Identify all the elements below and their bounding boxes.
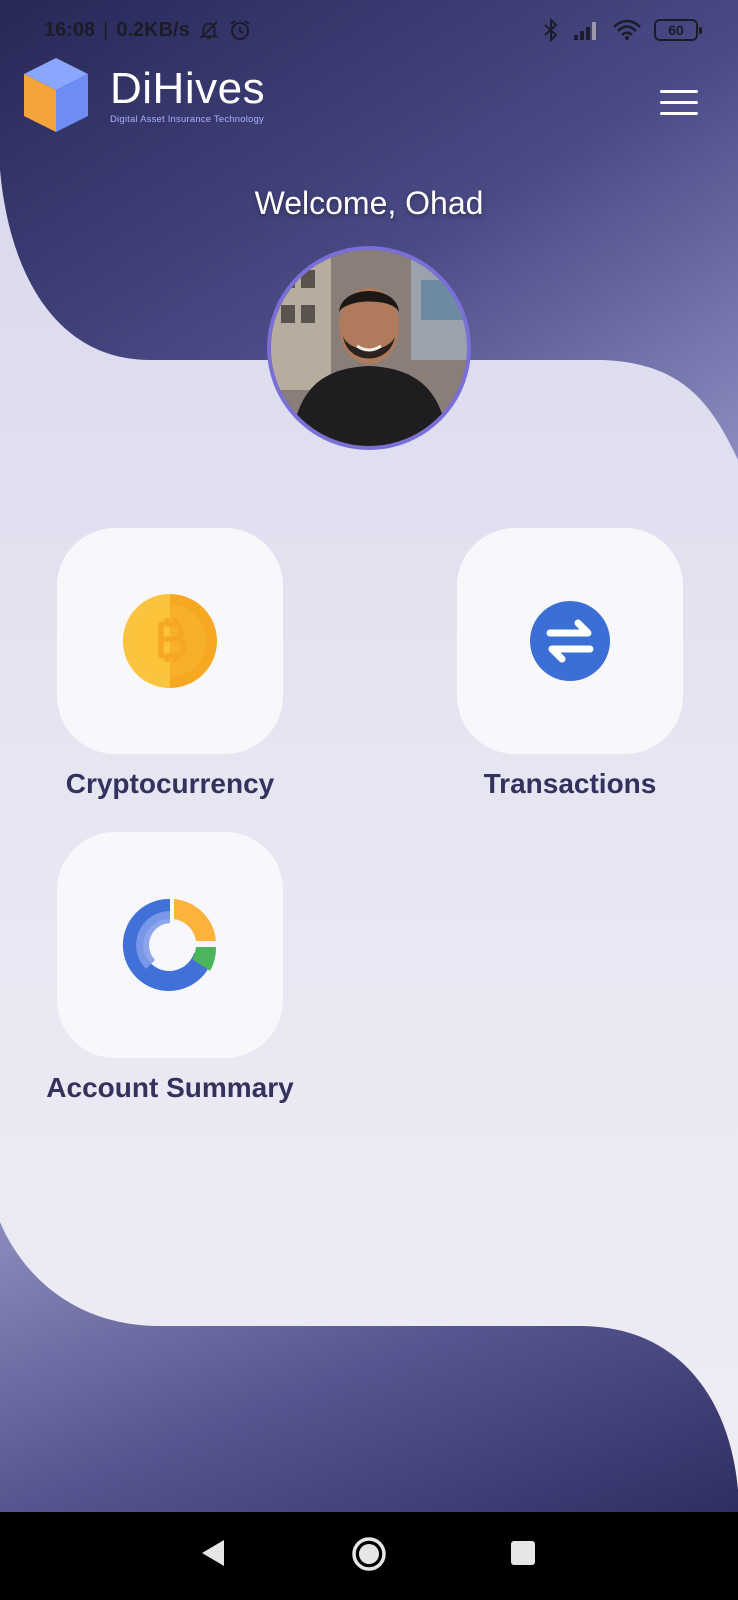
transactions-icon-box [457, 528, 683, 754]
mute-icon [199, 21, 219, 40]
alarm-icon [230, 20, 250, 40]
bluetooth-icon [544, 18, 558, 42]
tile-cryptocurrency[interactable]: Cryptocurrency [57, 528, 283, 800]
status-bar: 16:08 | 0.2KB/s 60 [0, 0, 738, 62]
bitcoin-icon [123, 594, 217, 688]
avatar[interactable] [267, 246, 471, 450]
battery-icon: 60 [654, 19, 702, 41]
logo-text: DiHives Digital Asset Insurance Technolo… [110, 63, 266, 125]
status-left: 16:08 | 0.2KB/s [44, 18, 252, 42]
exchange-arrows-icon [530, 601, 610, 681]
tile-label-cryptocurrency: Cryptocurrency [65, 768, 275, 799]
app-logo: DiHives Digital Asset Insurance Technolo… [22, 56, 265, 134]
account-summary-icon-box [57, 832, 283, 1058]
back-icon[interactable] [200, 1536, 226, 1570]
status-right: 60 [542, 18, 702, 42]
hamburger-menu-icon[interactable] [660, 88, 698, 118]
cube-logo-icon [24, 58, 88, 132]
wifi-icon [613, 19, 641, 40]
app-tagline: Digital Asset Insurance Technology [110, 113, 264, 125]
avatar-photo [271, 250, 467, 446]
system-nav-bar [0, 1512, 738, 1600]
signal-icon [574, 22, 596, 40]
status-network-speed: 0.2KB/s [116, 18, 190, 41]
app-name: DiHives [110, 63, 266, 113]
donut-chart-icon [122, 898, 217, 991]
tile-account-summary[interactable]: Account Summary [46, 832, 294, 1104]
cryptocurrency-icon-box [57, 528, 283, 754]
status-time: 16:08 [44, 18, 96, 41]
status-separator: | [103, 18, 109, 41]
tile-label-transactions: Transactions [483, 768, 657, 799]
tile-transactions[interactable]: Transactions [457, 528, 683, 800]
tile-label-account-summary: Account Summary [46, 1072, 294, 1103]
home-icon[interactable] [351, 1536, 387, 1572]
welcome-title: Welcome, Ohad [254, 185, 484, 221]
battery-level: 60 [668, 22, 684, 38]
app-screen: 16:08 | 0.2KB/s 60 DiHives Digital Asset… [0, 0, 738, 1512]
recents-icon[interactable] [510, 1540, 536, 1566]
